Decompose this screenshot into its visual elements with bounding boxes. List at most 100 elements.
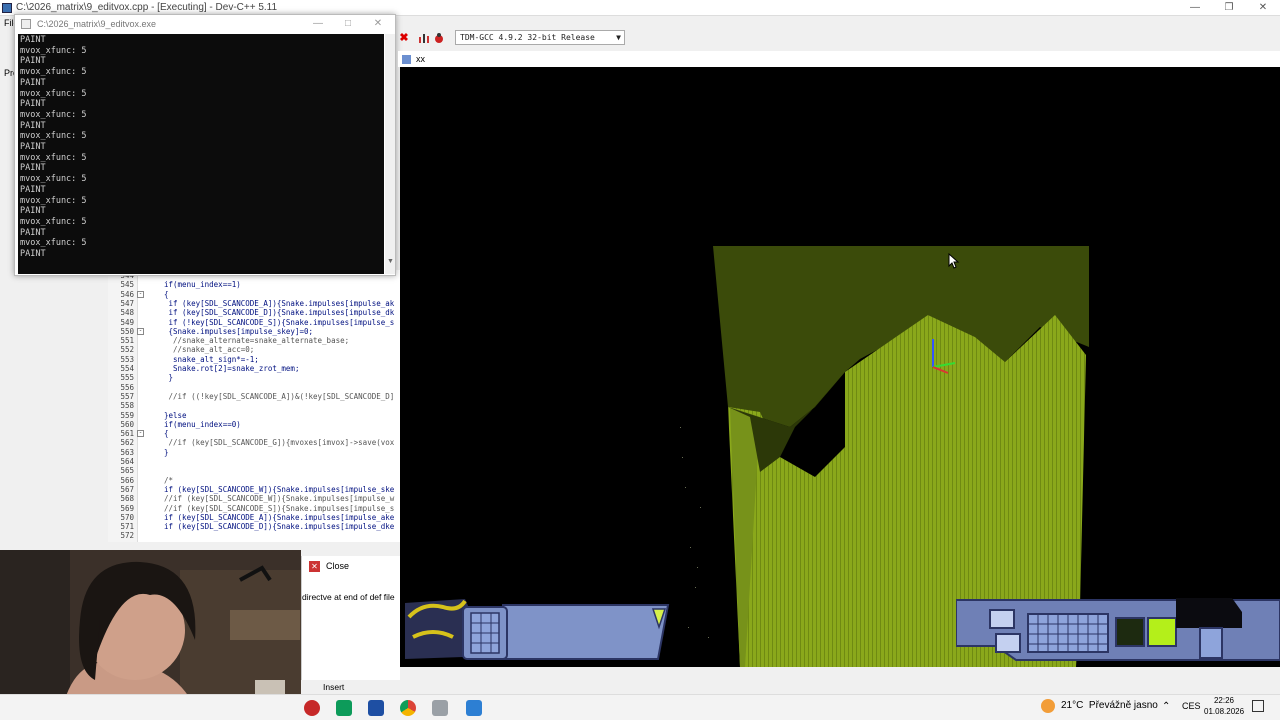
chevron-down-icon: ▼ [616, 33, 621, 42]
maximize-icon[interactable]: □ [333, 15, 363, 33]
line-number: 560 [120, 419, 134, 429]
weather-icon[interactable] [1041, 699, 1055, 713]
compiler-select-value: TDM-GCC 4.9.2 32-bit Release [460, 33, 595, 42]
restore-icon[interactable]: ❐ [1212, 0, 1246, 16]
line-number: 554 [120, 364, 134, 373]
code-line: if (key[SDL_SCANCODE_D]){Snake.impulses[… [164, 308, 395, 318]
code-line: { [164, 289, 169, 299]
line-number: 563 [120, 447, 134, 457]
console-line: mvox_xfunc: 5 [20, 195, 87, 206]
console-line: PAINT [20, 35, 46, 45]
chrome-icon[interactable] [400, 700, 416, 716]
console-line: mvox_xfunc: 5 [20, 45, 87, 56]
line-number: 546 [120, 289, 134, 299]
code-line: //snake_alternate=snake_alternate_base; [164, 336, 350, 346]
console-scrollbar[interactable]: ▼ [385, 34, 395, 274]
console-line: mvox_xfunc: 5 [20, 131, 87, 142]
code-line: Snake.rot[2]=snake_zrot_mem; [164, 364, 300, 373]
line-number: 559 [120, 410, 134, 420]
status-bar: Insert [301, 680, 1280, 694]
message-text: directve at end of def file [302, 592, 395, 602]
line-number: 571 [120, 522, 134, 532]
mouse-cursor-icon [948, 252, 960, 272]
weather-temp: 21°C [1061, 700, 1084, 711]
terminal-app-icon[interactable] [336, 700, 352, 716]
game-title: xx [416, 54, 425, 64]
line-number: 556 [120, 382, 134, 392]
fold-toggle-icon[interactable]: - [137, 290, 144, 298]
obs-icon[interactable] [304, 700, 320, 716]
close-button[interactable]: ✕ Close [306, 559, 366, 574]
hud-left-panel [403, 597, 673, 663]
compiler-select[interactable]: TDM-GCC 4.9.2 32-bit Release ▼ [455, 30, 625, 45]
window-app-icon[interactable] [432, 700, 448, 716]
code-line: //if (key[SDL_SCANCODE_S]){Snake.impulse… [164, 503, 395, 513]
line-number: 570 [120, 512, 134, 522]
line-number: 567 [120, 484, 134, 494]
code-editor[interactable]: 544545if(menu_index==1)546-{547 if (key[… [108, 270, 400, 542]
debug-bug-icon[interactable] [433, 32, 445, 44]
line-number: 549 [120, 317, 134, 327]
console-line: PAINT [20, 184, 46, 195]
game-window-taskbar-icon[interactable] [466, 700, 482, 716]
line-number: 565 [120, 466, 134, 476]
code-line: //if (key[SDL_SCANCODE_G]){mvoxes[imvox]… [164, 438, 395, 448]
code-line: if (key[SDL_SCANCODE_D]){Snake.impulses[… [164, 522, 395, 532]
console-line: mvox_xfunc: 5 [20, 67, 87, 78]
close-icon[interactable]: ✕ [1246, 0, 1280, 16]
console-line: mvox_xfunc: 5 [20, 152, 87, 163]
clock[interactable]: 22:26 01.08.2026 [1204, 695, 1244, 717]
chevron-up-icon[interactable]: ⌃ [1162, 701, 1170, 712]
line-number: 555 [120, 373, 134, 383]
weather-widget[interactable]: 21°C Převážně jasno [1061, 700, 1158, 711]
devcpp-taskbar-icon[interactable] [368, 700, 384, 716]
code-line: { [164, 429, 169, 439]
line-number: 550 [120, 326, 134, 336]
scroll-down-icon[interactable]: ▼ [387, 258, 394, 265]
minimize-icon[interactable]: — [303, 15, 333, 33]
console-line: PAINT [20, 77, 46, 88]
minimize-icon[interactable]: — [1178, 0, 1212, 16]
code-line: if (!key[SDL_SCANCODE_S]){Snake.impulses… [164, 317, 395, 327]
weather-condition: Převážně jasno [1088, 700, 1158, 711]
console-line: PAINT [20, 227, 46, 238]
line-number: 566 [120, 475, 134, 485]
line-number: 564 [120, 457, 134, 466]
devcpp-app-icon [2, 3, 12, 13]
line-number: 551 [120, 336, 134, 346]
close-icon[interactable]: ✕ [363, 15, 393, 33]
code-line: if (key[SDL_SCANCODE_A]){Snake.impulses[… [164, 298, 395, 308]
console-line: PAINT [20, 99, 46, 110]
code-line: if(menu_index==1) [164, 280, 241, 290]
chart-icon[interactable] [418, 32, 430, 44]
console-title: C:\2026_matrix\9_editvox.exe [37, 19, 157, 29]
console-window[interactable]: C:\2026_matrix\9_editvox.exe — □ ✕ PAINT… [14, 14, 396, 276]
ide-title: C:\2026_matrix\9_editvox.cpp - [Executin… [16, 2, 278, 13]
game-viewport[interactable] [400, 67, 1280, 667]
line-number: 562 [120, 438, 134, 448]
language-indicator[interactable]: CES [1182, 701, 1201, 711]
console-line: PAINT [20, 163, 46, 174]
line-number: 568 [120, 494, 134, 504]
code-line: //snake_alt_acc=0; [164, 345, 255, 355]
code-line: {Snake.impulses[impulse_skey]=0; [164, 326, 314, 336]
console-app-icon [21, 19, 31, 29]
fold-toggle-icon[interactable]: - [137, 430, 144, 438]
line-number: 547 [120, 298, 134, 308]
code-line: if(menu_index==0) [164, 419, 241, 429]
close-button-label: Close [326, 561, 350, 571]
line-number: 548 [120, 308, 134, 318]
console-window-controls: — □ ✕ [303, 15, 393, 33]
line-number: 552 [120, 345, 134, 355]
console-line: mvox_xfunc: 5 [20, 238, 87, 249]
game-titlebar: xx [398, 51, 1280, 67]
console-output: PAINT mvox_xfunc: 5 PAINT mvox_xfunc: 5 PAIN… [18, 34, 384, 274]
fold-toggle-icon[interactable]: - [137, 327, 144, 335]
code-line: //if ((!key[SDL_SCANCODE_A])&(!key[SDL_S… [164, 391, 395, 401]
code-line: //if (key[SDL_SCANCODE_W]){Snake.impulse… [164, 494, 395, 504]
clock-date: 01.08.2026 [1204, 707, 1245, 716]
stop-execution-icon[interactable]: ✖ [398, 32, 410, 44]
notification-icon[interactable] [1252, 700, 1264, 712]
line-number: 569 [120, 503, 134, 513]
hud-right-panel [955, 598, 1280, 664]
